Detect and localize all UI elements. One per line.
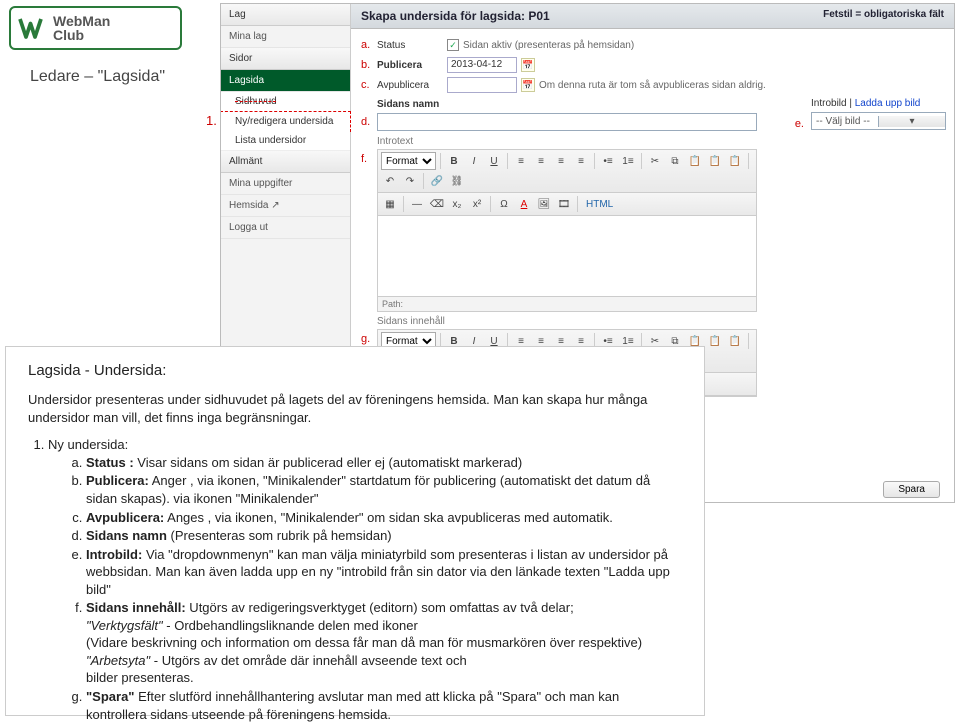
page-title: Skapa undersida för lagsida: P01 [361,9,550,23]
status-checkbox[interactable]: ✓ [447,39,459,51]
calendar-icon[interactable]: 📅 [521,78,535,92]
save-button[interactable]: Spara [883,481,940,498]
table-icon[interactable]: ▦ [381,195,399,213]
paste-word-icon[interactable]: 📋 [726,152,744,170]
link-icon[interactable]: 🔗 [428,172,446,190]
undo-icon[interactable]: ↶ [381,172,399,190]
required-note: Fetstil = obligatoriska fält [823,9,944,20]
slide-title: Ledare – "Lagsida" [30,68,165,86]
help-f: Sidans innehåll: Utgörs av redigeringsve… [86,599,682,687]
ann-b: b. [361,59,377,71]
sidebar-sub-ny-undersida[interactable]: Ny/redigera undersida [220,111,351,132]
avpublicera-date[interactable] [447,77,517,93]
hr-icon[interactable]: — [408,195,426,213]
image-icon[interactable]: 🖼 [535,195,553,213]
label-avpublicera: Avpublicera [377,80,447,91]
sidans-namn-input[interactable] [377,113,757,131]
sidebar-sub-sidhuvud[interactable]: Sidhuvud [221,92,350,112]
label-sidans-innehall: Sidans innehåll [377,316,944,327]
ladda-upp-bild-link[interactable]: Ladda upp bild [855,98,921,109]
help-d: Sidans namn (Presenteras som rubrik på h… [86,527,682,545]
sidebar-group-lag: Lag [221,4,350,26]
underline-icon[interactable]: U [485,152,503,170]
paste-text-icon[interactable]: 📋 [706,332,724,350]
paste-icon[interactable]: 📋 [686,152,704,170]
sidebar-item-hemsida[interactable]: Hemsida ↗ [221,195,350,217]
logo: WebMan Club [9,6,182,50]
introtext-canvas[interactable] [378,216,756,296]
cut-icon[interactable]: ✂ [646,152,664,170]
introbild-value: -- Välj bild -- [812,116,878,127]
help-a: Status : Status : Visar sidans om sidan … [86,454,682,472]
align-right-icon[interactable]: ≡ [552,152,570,170]
editor-toolbar-2: ▦ — ⌫ x₂ x² Ω A 🖼 🎞 HTML [378,193,756,216]
row-status: a. Status ✓ Sidan aktiv (presenteras på … [361,35,944,55]
introbild-select[interactable]: -- Välj bild -- ▾ [811,112,946,130]
help-e: Introbild: Via "dropdownmenyn" kan man v… [86,546,682,599]
media-icon[interactable]: 🎞 [555,195,573,213]
color-icon[interactable]: A [515,195,533,213]
ann-a: a. [361,39,377,51]
italic-icon[interactable]: I [465,152,483,170]
ul-icon[interactable]: •≡ [599,152,617,170]
annotation-1: 1. [206,113,217,128]
help-b: Publicera: Anger , via ikonen, "Minikale… [86,472,682,507]
label-publicera: Publicera [377,60,447,71]
paste-text-icon[interactable]: 📋 [706,152,724,170]
sidebar-group-sidor: Sidor [221,48,350,70]
save-area: Spara [883,481,940,498]
introbild-pre: Introbild | [811,98,855,109]
ann-d: d. [361,116,377,128]
unlink-icon[interactable]: ⛓ [448,172,466,190]
ol-icon[interactable]: 1≡ [619,152,637,170]
html-button[interactable]: HTML [582,195,617,213]
logo-line1: WebMan [53,14,110,28]
chevron-down-icon[interactable]: ▾ [878,116,945,127]
sub-icon[interactable]: x₂ [448,195,466,213]
page-header: Skapa undersida för lagsida: P01 Fetstil… [351,4,954,29]
introbild-label: Introbild | Ladda upp bild [811,98,946,109]
redo-icon[interactable]: ↷ [401,172,419,190]
sidebar-sub-lista-undersidor[interactable]: Lista undersidor [221,131,350,151]
editor-toolbar: Format B I U ≡ ≡ ≡ ≡ •≡ 1≡ ✂ [378,150,756,193]
label-status: Status [377,40,447,51]
align-center-icon[interactable]: ≡ [532,152,550,170]
ann-c: c. [361,79,377,91]
row-publicera: b. Publicera 2013-04-12 📅 [361,55,944,75]
sidebar-group-allmant: Allmänt [221,151,350,173]
row-avpublicera: c. Avpublicera 📅 Om denna ruta är tom så… [361,75,944,95]
help-g: "Spara" Efter slutförd innehållhantering… [86,688,682,723]
help-box: Lagsida - Undersida: Undersidor presente… [5,346,705,716]
introtext-editor: Format B I U ≡ ≡ ≡ ≡ •≡ 1≡ ✂ [377,149,757,312]
label-introtext: Introtext [377,136,944,147]
sidebar-item-lagsida[interactable]: Lagsida [221,70,350,92]
introbild-panel: Introbild | Ladda upp bild -- Välj bild … [811,98,946,130]
paste-word-icon[interactable]: 📋 [726,332,744,350]
align-left-icon[interactable]: ≡ [512,152,530,170]
ann-e: e. [795,118,804,130]
help-li1: Ny undersida: Status : Status : Visar si… [48,436,682,723]
help-title: Lagsida - Undersida: [28,361,682,381]
help-intro: Undersidor presenteras under sidhuvudet … [28,391,682,426]
copy-icon[interactable]: ⧉ [666,152,684,170]
editor-path: Path: [378,296,756,311]
ann-f: f. [361,149,377,312]
format-select[interactable]: Format [381,152,436,170]
help-c: Avpublicera: Anges , via ikonen, "Minika… [86,509,682,527]
logo-line2: Club [53,28,110,42]
avpublicera-desc: Om denna ruta är tom så avpubliceras sid… [539,80,766,91]
logo-icon [17,13,47,43]
sidebar-item-logga-ut[interactable]: Logga ut [221,217,350,239]
calendar-icon[interactable]: 📅 [521,58,535,72]
align-justify-icon[interactable]: ≡ [572,152,590,170]
sidebar-item-mina-lag[interactable]: Mina lag [221,26,350,48]
publicera-date[interactable]: 2013-04-12 [447,57,517,73]
sidebar-item-mina-uppgifter[interactable]: Mina uppgifter [221,173,350,195]
char-icon[interactable]: Ω [495,195,513,213]
sup-icon[interactable]: x² [468,195,486,213]
clear-icon[interactable]: ⌫ [428,195,446,213]
bold-icon[interactable]: B [445,152,463,170]
status-desc: Sidan aktiv (presenteras på hemsidan) [463,40,634,51]
